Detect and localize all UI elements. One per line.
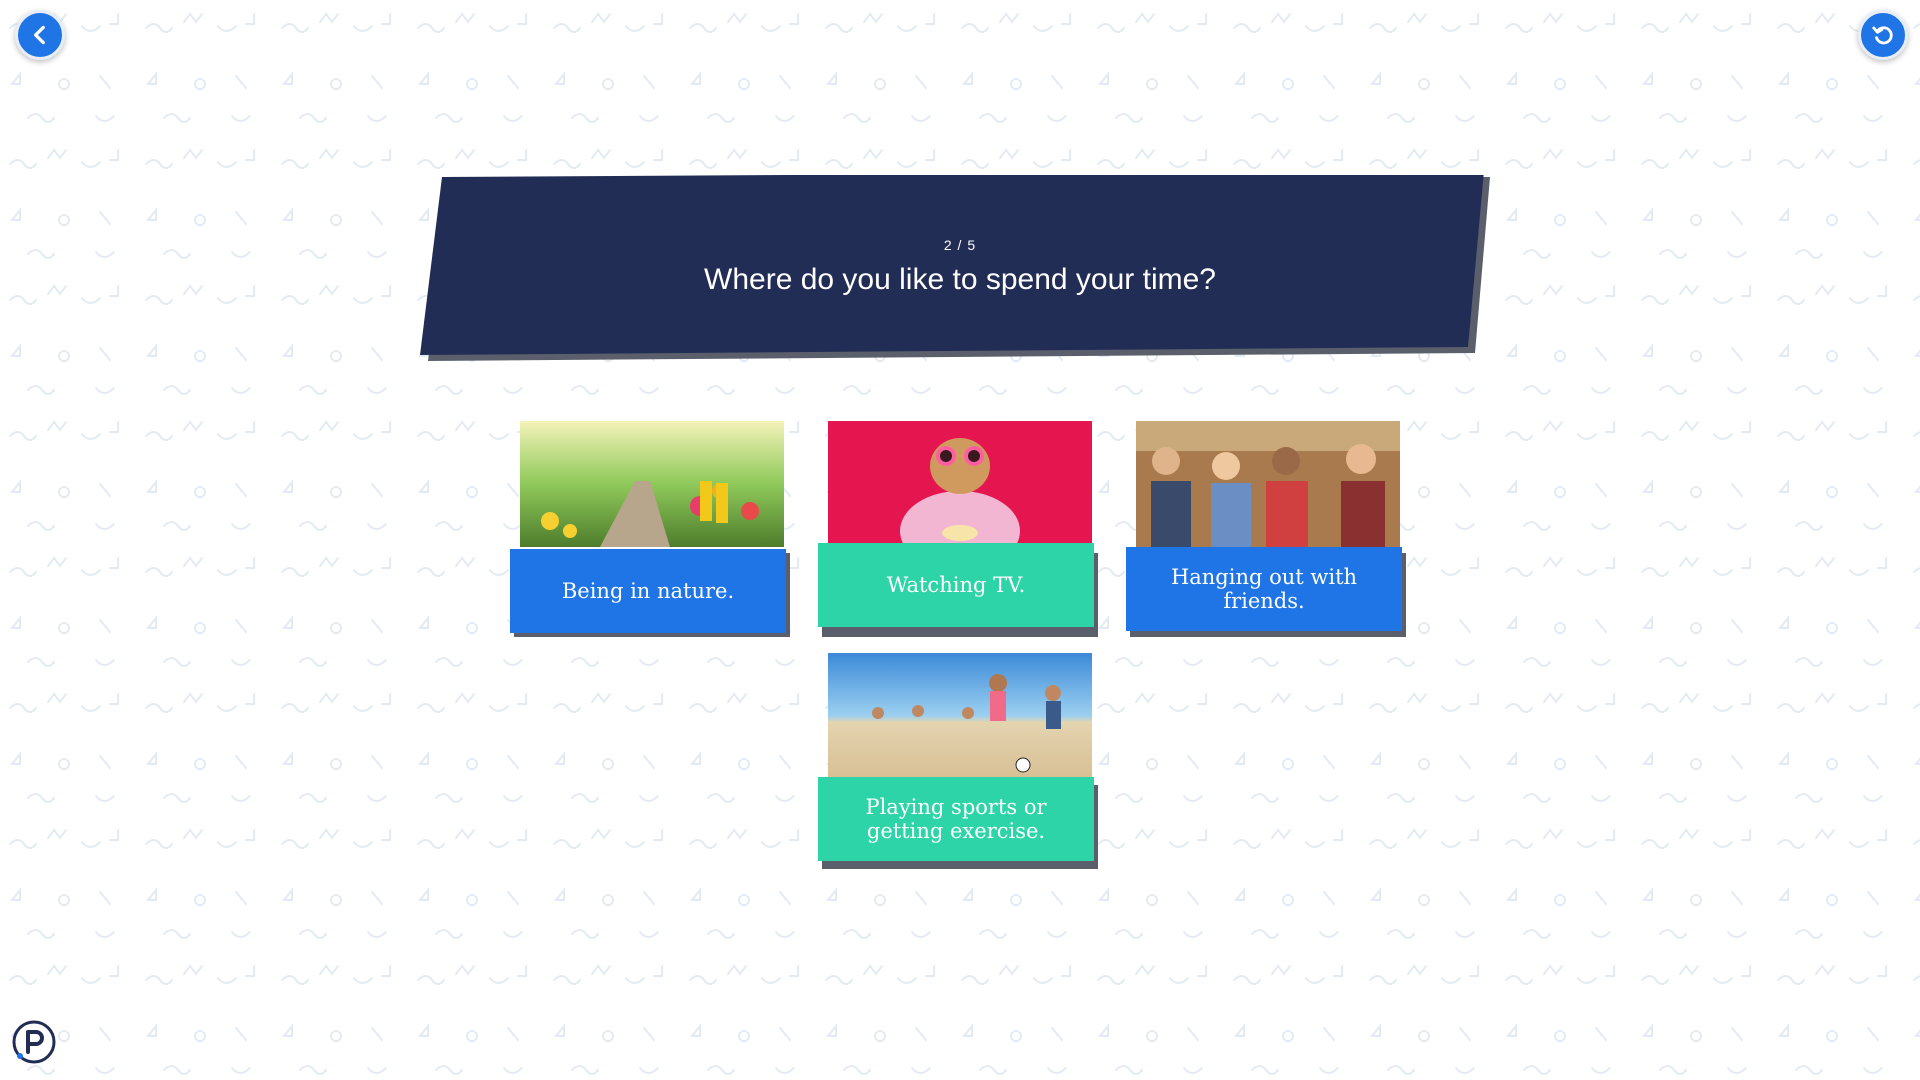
- restart-button[interactable]: [1858, 10, 1908, 60]
- p-logo-icon[interactable]: [10, 1018, 58, 1066]
- option-card-sports[interactable]: Playing sports or getting exercise.: [818, 653, 1098, 869]
- option-label: Watching TV.: [818, 543, 1094, 627]
- question-text: Where do you like to spend your time?: [704, 263, 1216, 296]
- beach-soccer-photo: [828, 653, 1092, 779]
- option-label: Playing sports or getting exercise.: [818, 777, 1094, 861]
- friends-party-photo: [1136, 421, 1400, 547]
- progress-counter: 2 / 5: [943, 237, 977, 253]
- garden-path-photo: [520, 421, 784, 547]
- back-button[interactable]: [15, 10, 65, 60]
- dog-in-robe-photo: [828, 421, 1092, 547]
- chevron-left-icon: [34, 25, 45, 45]
- option-card-friends[interactable]: Hanging out with friends.: [1126, 421, 1406, 637]
- option-label: Hanging out with friends.: [1126, 547, 1402, 631]
- question-banner: 2 / 5 Where do you like to spend your ti…: [420, 175, 1500, 365]
- restart-icon: [1872, 26, 1893, 45]
- option-card-tv[interactable]: Watching TV.: [818, 421, 1098, 637]
- option-card-nature[interactable]: Being in nature.: [510, 421, 790, 637]
- option-label: Being in nature.: [510, 549, 786, 633]
